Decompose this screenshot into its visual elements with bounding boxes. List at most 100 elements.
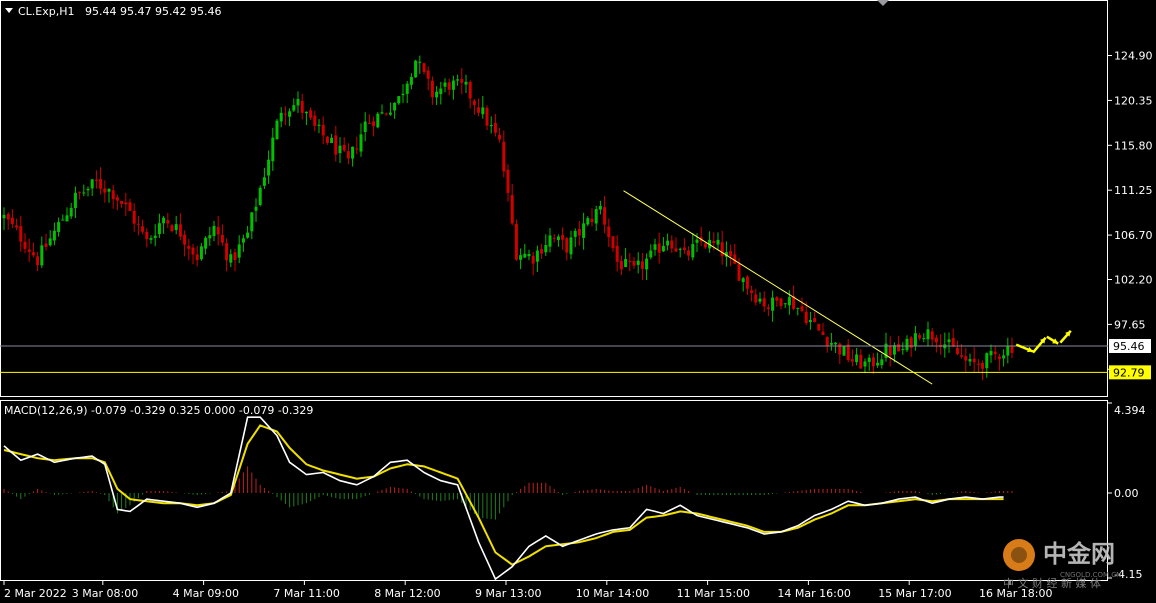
candle-body: [733, 254, 737, 264]
time-axis-label: 14 Mar 16:00: [777, 587, 850, 600]
candle-body: [372, 121, 376, 127]
time-axis-label: 15 Mar 17:00: [878, 587, 951, 600]
candle-body: [876, 362, 880, 366]
candle-body: [288, 111, 292, 117]
candle-body: [99, 179, 103, 189]
candle-body: [489, 125, 493, 127]
candle-body: [250, 212, 254, 232]
candle-body: [955, 347, 959, 355]
candle-body: [477, 107, 481, 113]
candle-body: [439, 88, 443, 95]
candle-body: [976, 363, 980, 365]
candle-body: [632, 261, 636, 266]
candle-body: [149, 238, 153, 240]
candle-body: [703, 243, 707, 248]
candle-body: [271, 137, 275, 162]
candle-body: [540, 249, 544, 254]
candle-body: [519, 255, 523, 260]
candle-body: [535, 250, 539, 262]
candle-body: [531, 255, 535, 264]
candle-body: [204, 237, 208, 249]
candle-body: [779, 298, 783, 307]
candle-body: [808, 319, 812, 323]
candle-body: [237, 244, 241, 258]
candle-body: [233, 252, 237, 261]
candle-body: [376, 113, 380, 128]
candle-body: [930, 331, 934, 340]
candle-body: [241, 238, 245, 243]
candle-body: [775, 297, 779, 301]
candle-body: [115, 197, 119, 201]
candle-body: [615, 245, 619, 262]
candle-body: [31, 252, 35, 256]
candle-body: [926, 329, 930, 340]
candle-body: [947, 339, 951, 343]
macd-axis-label: 0.00: [1114, 487, 1139, 500]
candle-body: [619, 260, 623, 270]
candle-body: [132, 210, 136, 224]
candle-body: [1002, 355, 1006, 359]
watermark-logo-inner: [1011, 547, 1027, 563]
candle-body: [645, 258, 649, 270]
time-axis-label: 3 Mar 08:00: [72, 587, 138, 600]
candle-body: [964, 356, 968, 361]
candle-body: [61, 219, 65, 221]
candle-body: [313, 115, 317, 126]
candle-body: [435, 91, 439, 98]
candle-body: [334, 135, 338, 155]
candle-body: [367, 122, 371, 124]
candle-body: [997, 356, 1001, 360]
candle-body: [405, 83, 409, 94]
candle-body: [267, 159, 271, 176]
candle-body: [598, 205, 602, 210]
price-axis-label: 124.90: [1114, 50, 1153, 63]
candle-body: [19, 226, 23, 242]
candle-body: [27, 249, 31, 252]
candle-body: [565, 238, 569, 253]
candle-body: [582, 223, 586, 238]
candle-body: [468, 81, 472, 99]
candle-body: [905, 338, 909, 351]
candle-body: [951, 338, 955, 347]
candle-body: [880, 359, 884, 366]
candle-body: [607, 226, 611, 238]
candle-body: [199, 246, 203, 260]
candle-body: [859, 354, 863, 369]
candle-body: [363, 121, 367, 132]
candle-body: [65, 215, 69, 222]
candle-body: [229, 254, 233, 263]
candle-body: [460, 79, 464, 83]
candle-body: [817, 323, 821, 331]
price-axis-label: 102.20: [1114, 273, 1153, 286]
candle-body: [418, 61, 422, 63]
candle-body: [493, 122, 497, 133]
candle-body: [170, 225, 174, 232]
candle-body: [922, 338, 926, 340]
candle-body: [561, 234, 565, 240]
candle-body: [712, 240, 716, 244]
candle-body: [867, 357, 871, 362]
time-axis-label: 10 Mar 14:00: [576, 587, 649, 600]
candle-body: [82, 192, 86, 194]
candle-body: [750, 290, 754, 294]
candle-body: [548, 235, 552, 247]
candle-body: [552, 237, 556, 239]
price-axis-label: 120.35: [1114, 94, 1153, 107]
candle-body: [309, 110, 313, 118]
candle-body: [456, 79, 460, 81]
candle-body: [855, 354, 859, 363]
candle-body: [502, 141, 506, 172]
candle-body: [136, 223, 140, 225]
candle-body: [346, 151, 350, 159]
candle-body: [153, 235, 157, 238]
candle-body: [162, 217, 166, 224]
symbol-label: CL.Exp,H1: [18, 5, 75, 18]
candle-body: [829, 342, 833, 345]
candle-body: [422, 63, 426, 72]
candle-body: [86, 188, 90, 191]
candle-body: [603, 207, 607, 225]
candle-body: [174, 224, 178, 231]
candle-body: [678, 248, 682, 250]
candle-body: [628, 260, 632, 262]
candle-body: [94, 179, 98, 181]
